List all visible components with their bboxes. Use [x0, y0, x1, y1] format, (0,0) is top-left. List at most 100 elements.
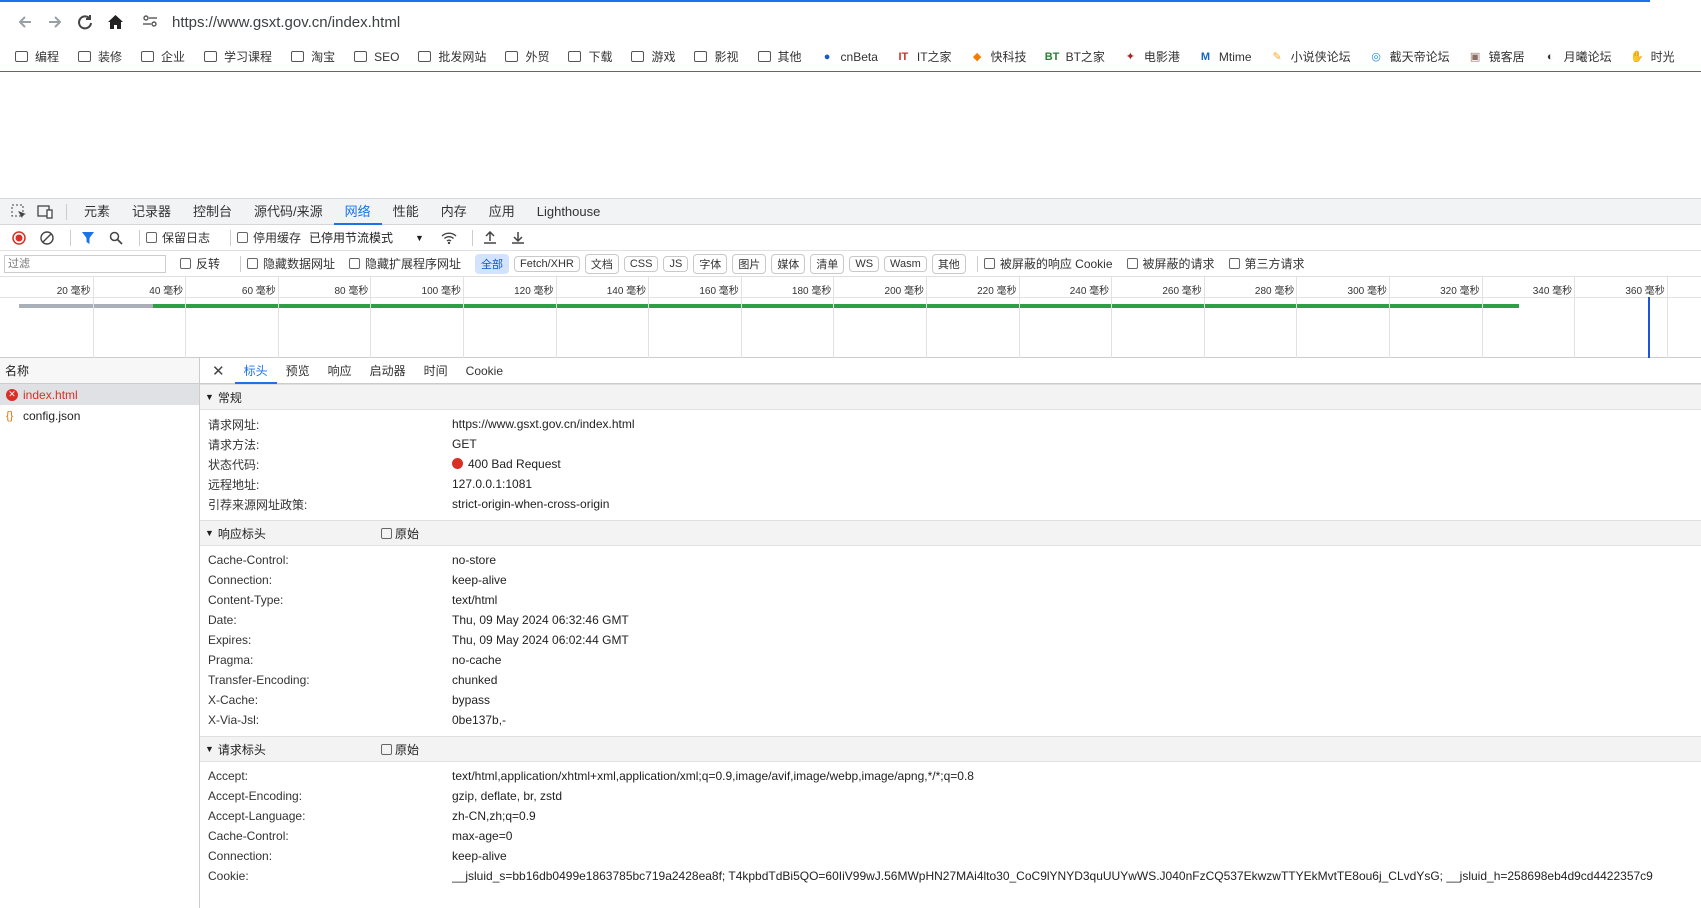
forward-button[interactable]	[42, 9, 68, 35]
bookmark-item[interactable]: ▣ 镜客居	[1468, 48, 1525, 65]
general-section-header[interactable]: ▼ 常规	[200, 384, 1701, 410]
preserve-log-label: 保留日志	[162, 231, 211, 245]
bookmark-item[interactable]: 淘宝	[290, 48, 335, 65]
bookmark-item[interactable]: 影视	[693, 48, 739, 65]
home-button[interactable]	[102, 9, 128, 35]
hide-data-urls-checkbox[interactable]: 隐藏数据网址	[247, 255, 335, 272]
type-filter-button[interactable]: 媒体	[771, 253, 806, 274]
third-party-checkbox[interactable]: 第三方请求	[1228, 255, 1305, 272]
folder-icon	[353, 50, 368, 63]
bookmark-item[interactable]: 其他	[757, 48, 802, 65]
filter-toggle-button[interactable]	[77, 227, 99, 249]
detail-tab[interactable]: 预览	[277, 358, 319, 384]
devtools-tab[interactable]: Lighthouse	[526, 199, 612, 225]
bookmark-item[interactable]: ◐ 月曦论坛	[1543, 48, 1612, 65]
type-filter-button[interactable]: JS	[663, 255, 689, 272]
bookmark-item[interactable]: ✎ 小说侠论坛	[1270, 48, 1350, 65]
bookmark-item[interactable]: 编程	[14, 48, 59, 65]
detail-tab[interactable]: 响应	[319, 358, 361, 384]
bookmark-item[interactable]: 外贸	[504, 48, 549, 65]
url-field[interactable]: https://www.gsxt.gov.cn/index.html	[172, 14, 400, 31]
dom-content-loaded-marker	[1648, 297, 1651, 358]
devtools-tab[interactable]: 内存	[430, 199, 478, 225]
devtools-tab[interactable]: 性能	[382, 199, 430, 225]
devtools-tab[interactable]: 网络	[333, 199, 382, 225]
detail-tab[interactable]: Cookie	[457, 358, 512, 384]
detail-tab[interactable]: 时间	[415, 358, 457, 384]
devtools-tab[interactable]: 源代码/来源	[243, 199, 334, 225]
bookmark-item[interactable]: ◆ 快科技	[970, 48, 1027, 65]
response-raw-checkbox[interactable]: 原始	[381, 525, 419, 542]
type-filter-button[interactable]: WS	[849, 255, 880, 272]
bookmark-item[interactable]: BT BT之家	[1045, 48, 1105, 65]
bookmark-item[interactable]: ◎ 截天帝论坛	[1369, 48, 1449, 65]
devtools-tab[interactable]: 应用	[478, 199, 526, 225]
header-value-text: text/html	[452, 593, 498, 607]
bookmark-item[interactable]: ✋ 时光	[1630, 48, 1674, 65]
request-row[interactable]: {} config.json	[0, 405, 199, 426]
bookmark-item[interactable]: 企业	[140, 48, 185, 65]
type-filter-button[interactable]: 清单	[810, 253, 845, 274]
type-filter-button[interactable]: 全部	[475, 253, 510, 274]
header-row: X-Via-Jsl: 0be137b,-	[200, 710, 1701, 730]
blocked-requests-checkbox[interactable]: 被屏蔽的请求	[1126, 255, 1215, 272]
blocked-cookies-checkbox[interactable]: 被屏蔽的响应 Cookie	[983, 255, 1113, 272]
search-button[interactable]	[105, 227, 127, 249]
type-filter-button[interactable]: Wasm	[884, 255, 927, 272]
export-har-button[interactable]	[507, 227, 529, 249]
blocked-cookies-label: 被屏蔽的响应 Cookie	[999, 257, 1113, 271]
clear-button[interactable]	[36, 227, 58, 249]
type-filter-button[interactable]: Fetch/XHR	[514, 255, 580, 272]
disable-cache-checkbox[interactable]: 停用缓存	[237, 229, 301, 246]
header-name: Accept-Encoding:	[208, 789, 303, 803]
bookmark-item[interactable]: 学习课程	[203, 48, 272, 65]
bookmark-label: 编程	[35, 50, 60, 64]
timeline-gridline	[740, 277, 742, 358]
throttling-select[interactable]: 已停用节流模式 ▼	[309, 229, 424, 246]
request-raw-checkbox[interactable]: 原始	[381, 741, 419, 758]
bookmark-item[interactable]: ✦ 电影港	[1123, 48, 1180, 65]
bookmark-item[interactable]: SEO	[353, 50, 399, 64]
detail-tab[interactable]: 启动器	[361, 358, 415, 384]
bookmark-item[interactable]: 下载	[567, 48, 612, 65]
back-button[interactable]	[12, 9, 38, 35]
header-name: Date:	[208, 613, 237, 627]
close-detail-icon[interactable]: ✕	[208, 362, 229, 380]
devtools-tab[interactable]: 元素	[73, 199, 121, 225]
request-headers-section-header[interactable]: ▼ 请求标头 原始	[200, 736, 1701, 762]
devtools-tab[interactable]: 记录器	[121, 199, 182, 225]
import-har-button[interactable]	[479, 227, 501, 249]
bookmark-item[interactable]: IT IT之家	[896, 48, 951, 65]
bookmark-item[interactable]: 装修	[77, 48, 122, 65]
network-overview-timeline[interactable]: 20 毫秒 40 毫秒 60 毫秒 80 毫秒 100 毫秒 120 毫秒 140 毫秒 16…	[0, 277, 1701, 358]
timeline-tick-label: 160 毫秒	[699, 286, 739, 297]
type-filter-button[interactable]: 其他	[931, 253, 966, 274]
bookmark-item[interactable]: ● cnBeta	[820, 50, 878, 64]
kkj-icon: ◆	[972, 51, 982, 63]
network-conditions-button[interactable]	[438, 227, 460, 249]
reload-button[interactable]	[72, 9, 98, 35]
bookmark-item[interactable]: M Mtime	[1198, 50, 1252, 64]
device-toolbar-icon[interactable]	[34, 201, 56, 223]
response-headers-section-header[interactable]: ▼ 响应标头 原始	[200, 520, 1701, 546]
mtime-icon: M	[1200, 50, 1210, 63]
inspect-element-icon[interactable]	[8, 201, 30, 223]
name-column-header[interactable]: 名称	[0, 358, 199, 384]
bookmark-item[interactable]: 批发网站	[417, 48, 486, 65]
site-info-icon[interactable]	[142, 14, 158, 31]
filter-input[interactable]	[4, 254, 166, 273]
type-filter-button[interactable]: 图片	[732, 253, 767, 274]
type-filter-button[interactable]: 字体	[693, 253, 728, 274]
timeline-gridline	[463, 277, 464, 358]
bookmark-item[interactable]: 游戏	[630, 48, 675, 65]
invert-checkbox[interactable]: 反转	[180, 255, 220, 272]
devtools-tab[interactable]: 控制台	[182, 199, 243, 225]
record-stop-button[interactable]	[8, 227, 30, 249]
header-name: Transfer-Encoding:	[208, 673, 310, 687]
request-row[interactable]: ✕ index.html	[0, 384, 199, 405]
type-filter-button[interactable]: CSS	[623, 255, 659, 272]
detail-tab[interactable]: 标头	[234, 358, 277, 384]
hide-extension-urls-checkbox[interactable]: 隐藏扩展程序网址	[349, 255, 461, 272]
type-filter-button[interactable]: 文档	[584, 253, 619, 274]
preserve-log-checkbox[interactable]: 保留日志	[146, 229, 210, 246]
